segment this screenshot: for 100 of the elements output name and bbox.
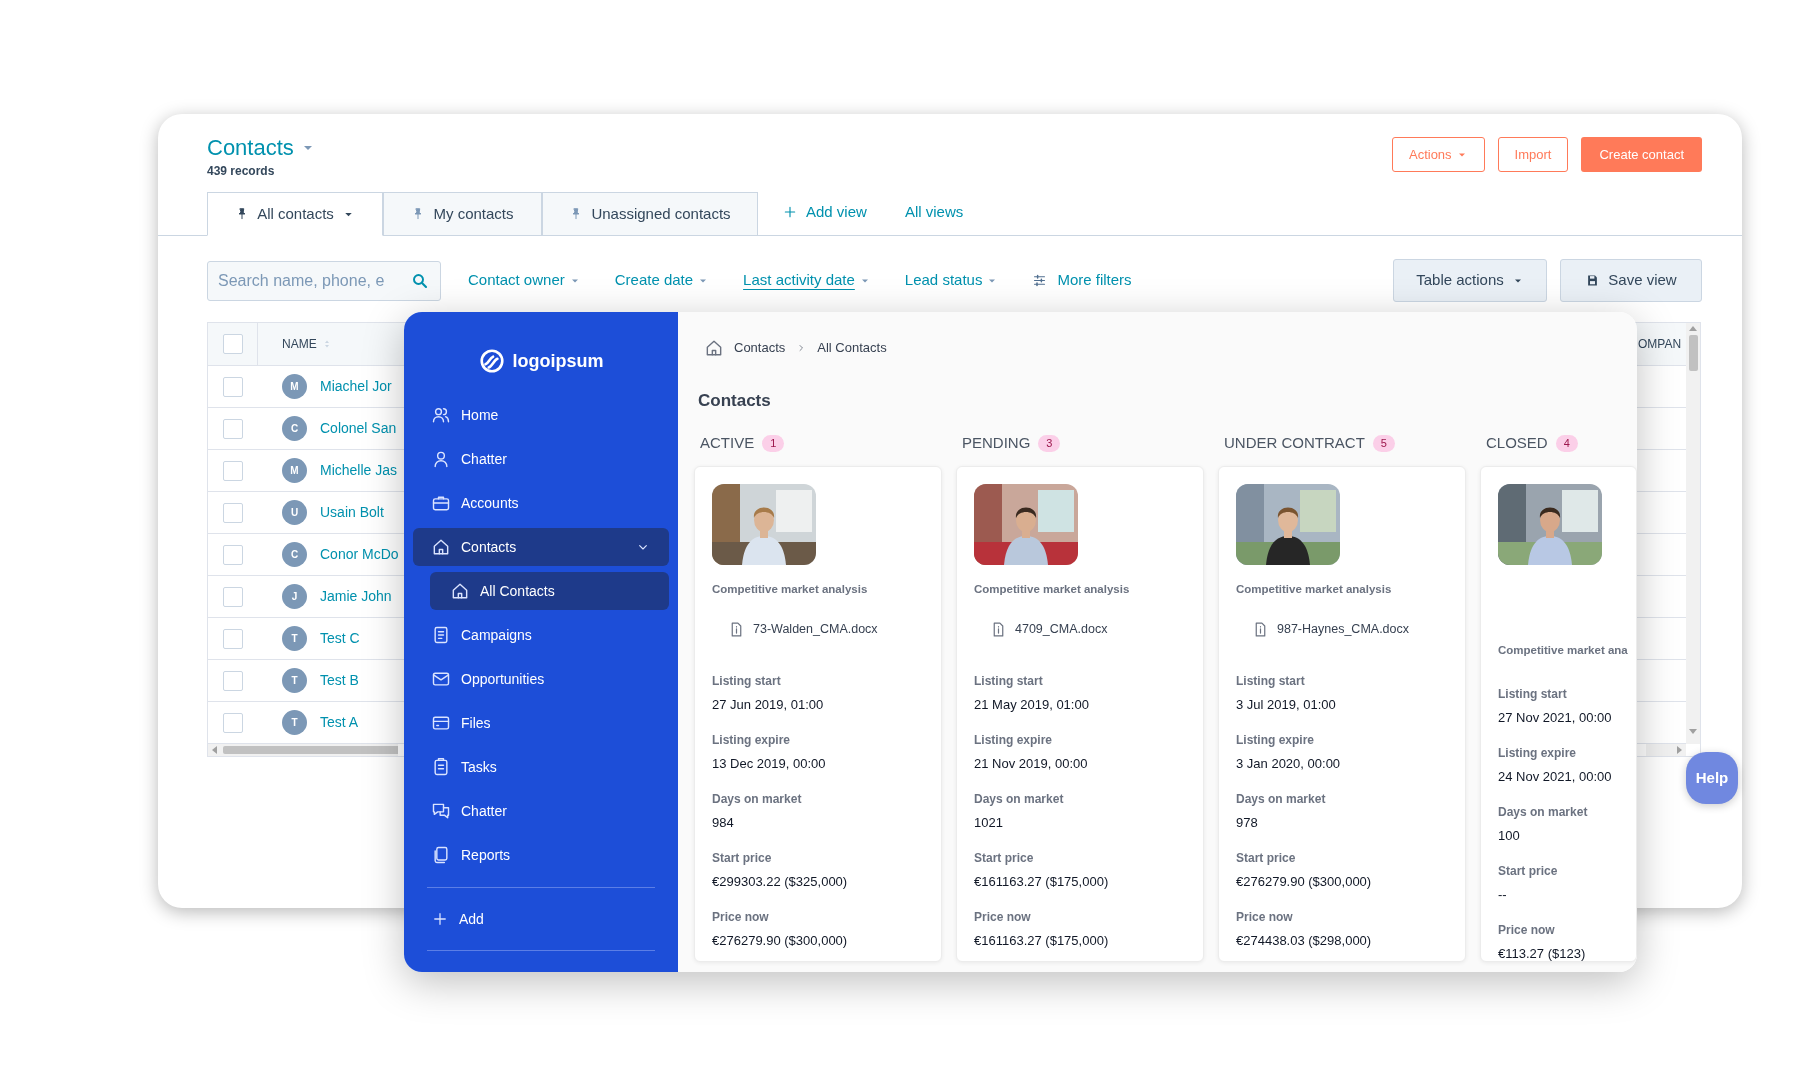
- field-value: 24 Nov 2021, 00:00: [1498, 767, 1613, 785]
- home-icon[interactable]: [704, 338, 724, 358]
- table-button[interactable]: Save view: [1560, 259, 1702, 302]
- avatar: C: [282, 416, 307, 441]
- scrollbar[interactable]: [1686, 323, 1700, 744]
- column-title: ACTIVE: [700, 433, 755, 454]
- nav-item[interactable]: Chatter: [413, 440, 669, 478]
- add-button[interactable]: Add: [413, 900, 669, 938]
- checkbox[interactable]: [223, 376, 243, 397]
- card-icon: [431, 713, 451, 733]
- nav-item[interactable]: Contacts: [413, 528, 669, 566]
- checkbox[interactable]: [223, 670, 243, 691]
- field-value: 21 May 2019, 01:00: [974, 695, 1090, 713]
- checkbox[interactable]: [223, 712, 243, 733]
- checkbox[interactable]: [222, 334, 243, 354]
- filter-dropdown[interactable]: Create date: [614, 269, 710, 292]
- nav-item[interactable]: Home: [413, 396, 669, 434]
- nav-item[interactable]: Opportunities: [413, 660, 669, 698]
- contact-name-link[interactable]: Test A: [320, 712, 359, 733]
- nav-item[interactable]: Reports: [413, 836, 669, 874]
- contact-name-link[interactable]: Michelle Jas: [320, 460, 398, 481]
- file-link[interactable]: 4709_CMA.docx: [1015, 619, 1108, 639]
- contact-name-link[interactable]: Colonel San: [320, 418, 397, 439]
- breadcrumb-link[interactable]: All Contacts: [817, 338, 887, 358]
- checkbox[interactable]: [223, 502, 243, 523]
- avatar: U: [282, 500, 307, 525]
- view-tab[interactable]: My contacts: [383, 192, 542, 236]
- field-label: Listing start: [1498, 685, 1568, 702]
- contact-name-link[interactable]: Miachel Jor: [320, 376, 392, 397]
- filter-dropdown[interactable]: Last activity date: [743, 269, 871, 292]
- search-icon[interactable]: [411, 271, 429, 290]
- field-label: Price now: [1236, 908, 1294, 925]
- column-header[interactable]: OMPAN: [1638, 335, 1682, 353]
- avatar: M: [282, 374, 307, 399]
- plus-icon: [431, 910, 449, 928]
- field-value: 984: [712, 813, 735, 831]
- filter-dropdown[interactable]: Contact owner: [468, 269, 581, 292]
- checkbox[interactable]: [223, 628, 243, 649]
- checkbox[interactable]: [223, 586, 243, 607]
- field-value: €274438.03 ($298,000): [1236, 931, 1373, 949]
- field-label: Listing start: [1236, 672, 1306, 689]
- nav-item[interactable]: Chatter: [413, 792, 669, 830]
- search-field[interactable]: Search name, phone, e: [207, 260, 441, 301]
- analysis-label: Competitive market analysis: [974, 581, 1131, 597]
- nav-item[interactable]: Campaigns: [413, 616, 669, 654]
- contact-name-link[interactable]: Test C: [320, 628, 360, 649]
- field-label: Listing expire: [1236, 731, 1316, 748]
- sub-nav-item[interactable]: All Contacts: [430, 572, 669, 610]
- field-label: Listing start: [974, 672, 1044, 689]
- contact-name-link[interactable]: Usain Bolt: [320, 502, 384, 523]
- avatar: T: [282, 626, 307, 651]
- analysis-label: Competitive market analysis: [712, 581, 869, 597]
- contact-name-link[interactable]: Conor McDo: [320, 544, 399, 565]
- envelope-icon: [431, 669, 451, 689]
- scrollbar[interactable]: [1646, 744, 1686, 756]
- analysis-label: Competitive market analysis: [1236, 581, 1393, 597]
- filter-dropdown[interactable]: More filters: [1032, 269, 1132, 292]
- nav-item[interactable]: Tasks: [413, 748, 669, 786]
- filter-dropdown[interactable]: Lead status: [904, 269, 999, 292]
- column-title: UNDER CONTRACT: [1224, 433, 1365, 454]
- count-badge: 1: [762, 435, 785, 452]
- contact-name-link[interactable]: Test B: [320, 670, 359, 691]
- checkbox[interactable]: [223, 544, 243, 565]
- files-icon: [431, 845, 451, 865]
- field-label: Days on market: [1236, 790, 1327, 807]
- column-title: PENDING: [962, 433, 1031, 454]
- checkbox[interactable]: [223, 418, 243, 439]
- field-label: Days on market: [1498, 803, 1589, 820]
- contact-name-link[interactable]: Jamie John: [320, 586, 392, 607]
- page-title[interactable]: Contacts: [207, 134, 294, 162]
- house-icon: [450, 581, 470, 601]
- view-tab[interactable]: Unassigned contacts: [542, 192, 758, 236]
- column-header[interactable]: NAME: [282, 335, 317, 353]
- field-value: 3 Jan 2020, 00:00: [1236, 754, 1342, 772]
- record-count: 439 records: [207, 163, 276, 180]
- avatar: C: [282, 542, 307, 567]
- field-label: Price now: [712, 908, 770, 925]
- avatar: T: [282, 668, 307, 693]
- scrollbar[interactable]: [208, 744, 398, 756]
- nav-item[interactable]: Accounts: [413, 484, 669, 522]
- view-link[interactable]: All views: [904, 200, 964, 223]
- file-link[interactable]: 987-Haynes_CMA.docx: [1277, 619, 1409, 639]
- field-label: Start price: [1498, 862, 1559, 879]
- briefcase-icon: [431, 493, 451, 513]
- table-button[interactable]: Table actions: [1393, 259, 1547, 302]
- file-link[interactable]: 73-Walden_CMA.docx: [753, 619, 878, 639]
- checkbox[interactable]: [223, 460, 243, 481]
- field-value: 978: [1236, 813, 1259, 831]
- view-tab[interactable]: All contacts: [207, 192, 383, 236]
- chat-icon: [431, 801, 451, 821]
- view-link[interactable]: Add view: [782, 200, 867, 223]
- breadcrumb-link[interactable]: Contacts: [734, 338, 786, 358]
- house-icon: [431, 537, 451, 557]
- field-value: €276279.90 ($300,000): [712, 931, 849, 949]
- field-value: --: [1498, 885, 1508, 903]
- analysis-label: Competitive market ana: [1498, 642, 1629, 658]
- logo-icon: [478, 348, 505, 374]
- field-label: Listing start: [712, 672, 782, 689]
- document-icon: [431, 625, 451, 645]
- nav-item[interactable]: Files: [413, 704, 669, 742]
